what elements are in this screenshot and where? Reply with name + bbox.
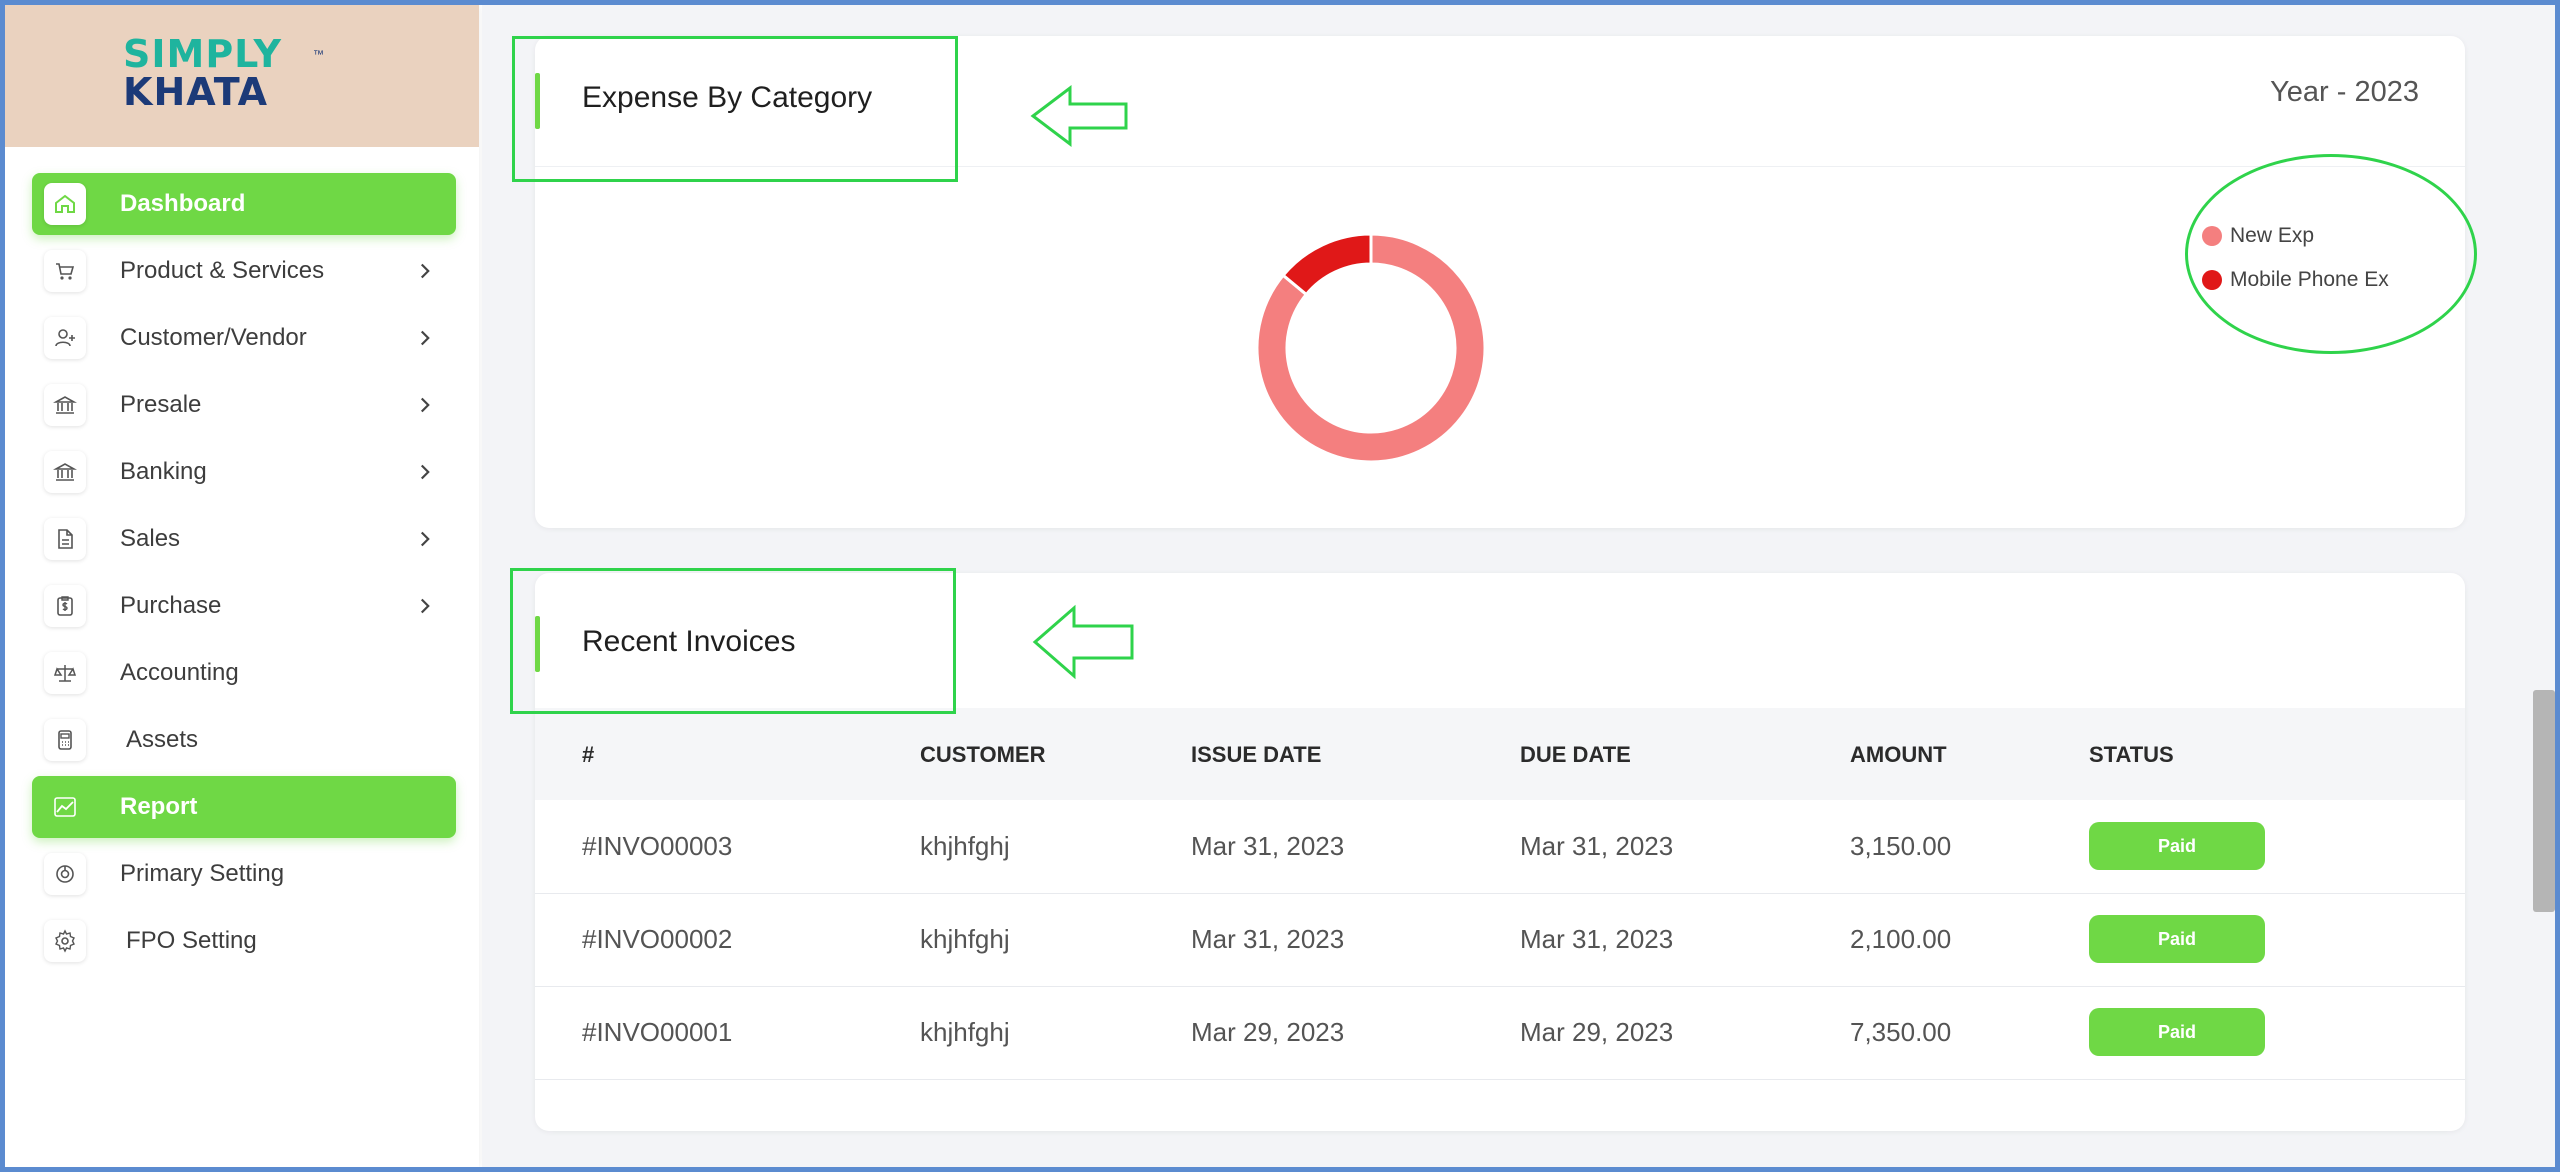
- calculator-icon: [44, 719, 86, 761]
- sidebar-item-sales[interactable]: Sales: [32, 508, 456, 570]
- customer-name: khjhfghj: [920, 924, 1010, 954]
- sidebar-item-dashboard[interactable]: Dashboard: [32, 173, 456, 235]
- legend-label: New Exp: [2230, 224, 2315, 247]
- annotation-highlight-expense-title: [512, 36, 958, 182]
- sidebar-item-label: Sales: [120, 525, 181, 552]
- sidebar-item-label: Accounting: [120, 659, 239, 686]
- sidebar-item-fpo-setting[interactable]: FPO Setting: [32, 910, 456, 972]
- annotation-highlight-invoices-title: [510, 568, 956, 714]
- table-row[interactable]: #INVO00001 khjhfghj Mar 29, 2023 Mar 29,…: [535, 987, 2465, 1080]
- column-header-amount: AMOUNT: [1850, 742, 1947, 767]
- chevron-right-icon: [420, 531, 430, 547]
- sidebar-item-label: Assets: [126, 726, 199, 753]
- sidebar-item-label: Purchase: [120, 592, 222, 619]
- sidebar-item-label: Presale: [120, 391, 202, 418]
- legend-label: Mobile Phone Ex: [2230, 268, 2389, 291]
- sidebar-item-report[interactable]: Report: [32, 776, 456, 838]
- left-arrow-annotation-icon: [1030, 84, 1128, 148]
- column-header-due-date: DUE DATE: [1520, 742, 1631, 767]
- sidebar-item-label: FPO Setting: [126, 927, 257, 954]
- chevron-right-icon: [420, 397, 430, 413]
- year-label: Year - 2023: [2270, 76, 2419, 108]
- vertical-scrollbar[interactable]: [2533, 690, 2555, 912]
- due-date: Mar 31, 2023: [1520, 924, 1674, 954]
- bank-icon: [44, 451, 86, 493]
- sidebar-item-label: Dashboard: [120, 190, 246, 217]
- sidebar-item-accounting[interactable]: Accounting: [32, 642, 456, 704]
- chevron-right-icon: [420, 464, 430, 480]
- document-icon: [44, 518, 86, 560]
- invoice-number[interactable]: #INVO00001: [582, 1017, 732, 1048]
- scale-icon: [44, 652, 86, 694]
- legend-item-new-exp[interactable]: New Exp: [2202, 214, 2389, 258]
- chevron-right-icon: [420, 330, 430, 346]
- sidebar-item-label: Primary Setting: [120, 860, 285, 887]
- column-header-issue-date: ISSUE DATE: [1191, 742, 1322, 767]
- invoice-number[interactable]: #INVO00003: [582, 831, 732, 862]
- cart-icon: [44, 250, 86, 292]
- sidebar-item-banking[interactable]: Banking: [32, 441, 456, 503]
- customer-name: khjhfghj: [920, 1017, 1010, 1047]
- due-date: Mar 29, 2023: [1520, 1017, 1674, 1047]
- column-header-status: STATUS: [2089, 742, 2174, 767]
- issue-date: Mar 31, 2023: [1191, 924, 1345, 954]
- brand-logo-line2: KHATA: [123, 70, 269, 114]
- status-badge: Paid: [2089, 1008, 2265, 1056]
- sidebar-item-customer-vendor[interactable]: Customer/Vendor: [32, 307, 456, 369]
- invoice-table-header: # CUSTOMER ISSUE DATE DUE DATE AMOUNT ST…: [535, 708, 2465, 800]
- bank-icon: [44, 384, 86, 426]
- sidebar-item-primary-setting[interactable]: Primary Setting: [32, 843, 456, 905]
- sidebar-item-label: Report: [120, 793, 198, 820]
- clipboard-dollar-icon: [44, 585, 86, 627]
- trademark-symbol: ™: [313, 49, 324, 61]
- user-plus-icon: [44, 317, 86, 359]
- home-icon: [44, 183, 86, 225]
- chevron-right-icon: [420, 598, 430, 614]
- legend-swatch: [2202, 270, 2222, 290]
- sidebar-item-product-services[interactable]: Product & Services: [32, 240, 456, 302]
- brand-logo-line1: SIMPLY: [123, 32, 282, 76]
- settings-dial-icon: [44, 853, 86, 895]
- issue-date: Mar 29, 2023: [1191, 1017, 1345, 1047]
- chart-icon: [44, 786, 86, 828]
- sidebar-item-purchase[interactable]: Purchase: [32, 575, 456, 637]
- column-header-number: #: [582, 742, 595, 767]
- column-header-customer: CUSTOMER: [920, 742, 1046, 767]
- invoice-number[interactable]: #INVO00002: [582, 924, 732, 955]
- legend-swatch: [2202, 226, 2222, 246]
- sidebar-item-presale[interactable]: Presale: [32, 374, 456, 436]
- sidebar-item-assets[interactable]: Assets: [32, 709, 456, 771]
- chevron-right-icon: [420, 263, 430, 279]
- donut-slice-mobile-phone-ex[interactable]: [1281, 232, 1373, 297]
- table-row[interactable]: #INVO00003 khjhfghj Mar 31, 2023 Mar 31,…: [535, 801, 2465, 894]
- logo-banner: SIMPLY KHATA ™: [5, 5, 479, 147]
- amount: 2,100.00: [1850, 924, 1952, 954]
- sidebar-item-label: Banking: [120, 458, 207, 485]
- sidebar: SIMPLY KHATA ™ Dashboard Product & Servi…: [5, 5, 479, 1167]
- expense-donut-chart: [1255, 232, 1487, 464]
- sidebar-item-label: Customer/Vendor: [120, 324, 307, 351]
- table-row[interactable]: #INVO00002 khjhfghj Mar 31, 2023 Mar 31,…: [535, 894, 2465, 987]
- issue-date: Mar 31, 2023: [1191, 831, 1345, 861]
- due-date: Mar 31, 2023: [1520, 831, 1674, 861]
- legend-item-mobile-phone-ex[interactable]: Mobile Phone Ex: [2202, 258, 2389, 302]
- amount: 7,350.00: [1850, 1017, 1952, 1047]
- chart-legend: New Exp Mobile Phone Ex: [2202, 214, 2389, 302]
- brand-logo[interactable]: SIMPLY KHATA ™: [123, 32, 324, 114]
- customer-name: khjhfghj: [920, 831, 1010, 861]
- status-badge: Paid: [2089, 822, 2265, 870]
- sidebar-item-label: Product & Services: [120, 257, 325, 284]
- status-badge: Paid: [2089, 915, 2265, 963]
- amount: 3,150.00: [1850, 831, 1952, 861]
- gear-icon: [44, 920, 86, 962]
- left-arrow-annotation-icon: [1032, 604, 1134, 680]
